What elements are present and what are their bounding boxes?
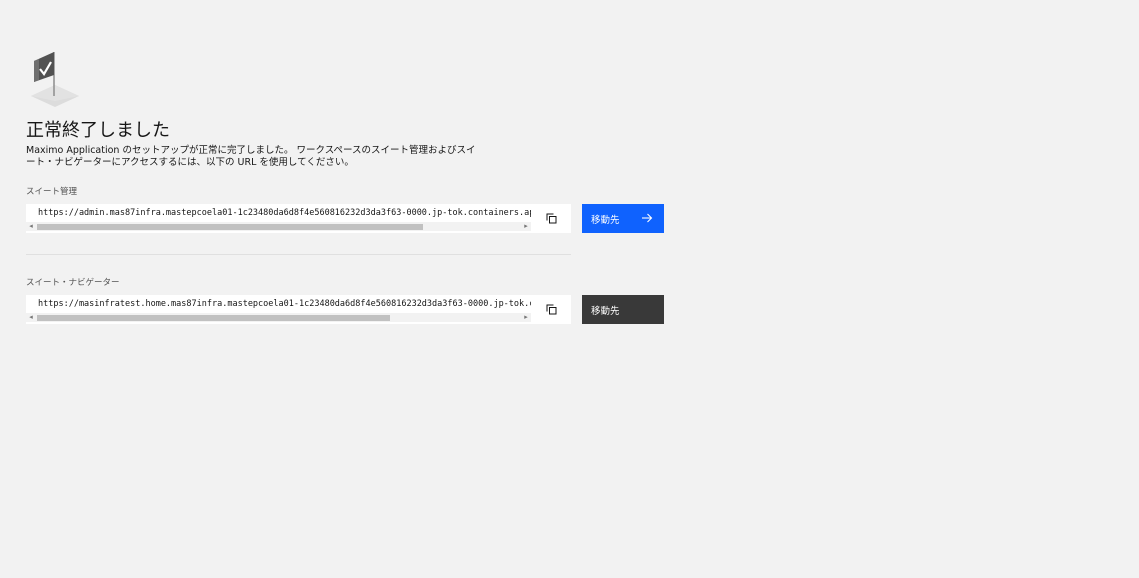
setup-complete-page: 正常終了しました Maximo Application のセットアップが正常に完… xyxy=(0,0,1139,578)
suite-admin-url[interactable]: https://admin.mas87infra.mastepcoela01-1… xyxy=(38,208,531,219)
suite-navigator-url-field[interactable]: https://masinfratest.home.mas87infra.mas… xyxy=(26,295,531,324)
suite-navigator-label: スイート・ナビゲーター xyxy=(26,278,120,288)
page-title: 正常終了しました xyxy=(26,120,170,141)
suite-navigator-go-button[interactable]: 移動先 xyxy=(582,295,664,324)
section-divider xyxy=(26,254,571,255)
success-description: Maximo Application のセットアップが正常に完了しました。 ワー… xyxy=(26,145,476,168)
suite-admin-go-label: 移動先 xyxy=(591,214,620,226)
suite-navigator-go-label: 移動先 xyxy=(591,305,620,317)
arrow-right-icon xyxy=(641,212,653,227)
suite-admin-label: スイート管理 xyxy=(26,187,78,197)
suite-admin-go-button[interactable]: 移動先 xyxy=(582,204,664,233)
scroll-left-icon[interactable]: ◂ xyxy=(26,313,36,322)
suite-navigator-scroll-thumb[interactable] xyxy=(37,315,390,321)
suite-navigator-url-scrollbar[interactable]: ◂ ▸ xyxy=(26,313,531,322)
scroll-right-icon[interactable]: ▸ xyxy=(521,222,531,231)
scroll-right-icon[interactable]: ▸ xyxy=(521,313,531,322)
suite-admin-copy-button[interactable] xyxy=(531,204,571,233)
scroll-left-icon[interactable]: ◂ xyxy=(26,222,36,231)
suite-admin-url-field[interactable]: https://admin.mas87infra.mastepcoela01-1… xyxy=(26,204,531,233)
suite-admin-scroll-thumb[interactable] xyxy=(37,224,423,230)
copy-icon xyxy=(546,300,557,319)
success-flag-icon xyxy=(29,49,81,109)
suite-admin-url-scrollbar[interactable]: ◂ ▸ xyxy=(26,222,531,231)
suite-navigator-url[interactable]: https://masinfratest.home.mas87infra.mas… xyxy=(38,299,531,310)
copy-icon xyxy=(546,209,557,228)
suite-navigator-copy-button[interactable] xyxy=(531,295,571,324)
